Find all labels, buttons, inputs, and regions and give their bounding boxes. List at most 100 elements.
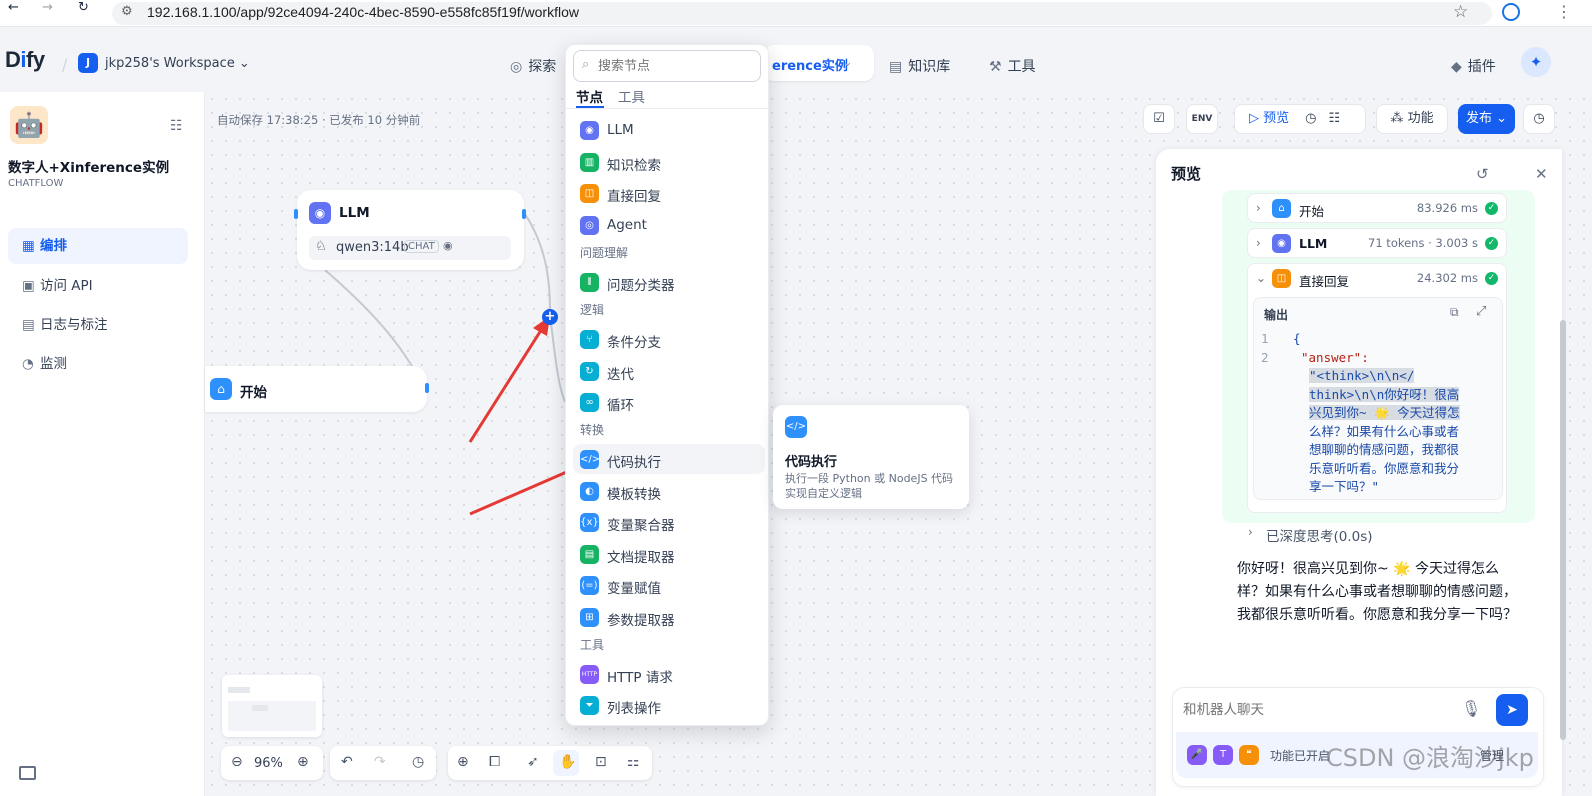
chevron-right-icon[interactable]: ›	[1248, 525, 1253, 539]
node-option-code[interactable]: </> 代码执行	[573, 444, 765, 474]
file-list-icon: ▤	[22, 317, 35, 333]
tab-nodes[interactable]: 节点	[576, 86, 603, 106]
tab-tools[interactable]: 工具	[618, 86, 645, 106]
document-icon: ▤	[580, 545, 599, 564]
node-option-loop[interactable]: ∞ 循环	[573, 387, 765, 417]
node-option-template[interactable]: ◐ 模板转换	[573, 476, 765, 506]
expand-icon[interactable]: ⤢	[1476, 304, 1486, 319]
node-option-doc-extractor[interactable]: ▤ 文档提取器	[573, 539, 765, 569]
zoom-out-icon[interactable]: ⊖	[231, 754, 243, 770]
preview-scrollbar[interactable]	[1560, 200, 1566, 760]
add-note-icon[interactable]: ⧠	[489, 754, 500, 770]
variable-icon: {x}	[580, 513, 599, 532]
search-node-input[interactable]	[573, 50, 761, 82]
node-option-direct-reply[interactable]: ◫ 直接回复	[573, 178, 765, 208]
success-check-icon: ✓	[1485, 202, 1498, 215]
send-button[interactable]: ➤	[1496, 694, 1528, 726]
nav-explore[interactable]: ◎ 探索	[510, 56, 556, 76]
start-node[interactable]	[205, 366, 427, 412]
node-option-knowledge-retrieval[interactable]: ▥ 知识检索	[573, 147, 765, 177]
infinity-icon: ∞	[580, 393, 599, 412]
checklist-button[interactable]: ☑	[1143, 104, 1175, 134]
section-logic: 逻辑	[580, 303, 605, 317]
node-option-agent[interactable]: ◎ Agent	[573, 210, 765, 240]
code-icon: </>	[580, 450, 600, 469]
llm-node-output-handle[interactable]	[522, 209, 526, 219]
restart-icon[interactable]: ↺	[1476, 165, 1489, 183]
nav-plugins[interactable]: ◆ 插件	[1451, 56, 1496, 76]
sidebar-item-monitor[interactable]: ◔ 监测	[8, 346, 188, 382]
undo-icon[interactable]: ↶	[341, 754, 353, 770]
node-option-variable-aggregator[interactable]: {x} 变量聚合器	[573, 507, 765, 537]
dify-logo[interactable]: Dify	[5, 47, 45, 73]
sidebar-item-api[interactable]: ▣ 访问 API	[8, 268, 188, 304]
section-tools: 工具	[580, 638, 605, 652]
layout-icon: ▦	[22, 238, 35, 254]
chat-mode-badge: CHAT	[404, 240, 439, 253]
redo-icon[interactable]: ↷	[374, 754, 386, 770]
bookmark-star-icon[interactable]: ☆	[1453, 2, 1468, 22]
sidebar-item-orchestrate[interactable]: ▦ 编排	[8, 228, 188, 264]
copy-icon[interactable]: ⧉	[1450, 305, 1459, 320]
minimap[interactable]	[222, 675, 322, 737]
app-mode: CHATFLOW	[8, 178, 64, 189]
microphone-icon[interactable]: 🎙	[1461, 699, 1481, 718]
preview-button-group[interactable]: ▷ 预览 ◷ ☷	[1234, 104, 1366, 134]
llm-node-input-handle[interactable]	[294, 209, 298, 219]
node-option-question-classifier[interactable]: ⫴ 问题分类器	[573, 267, 765, 297]
zoom-in-icon[interactable]: ⊕	[297, 754, 309, 770]
node-option-llm[interactable]: ◉ LLM	[573, 115, 765, 145]
compass-icon: ◎	[510, 59, 523, 75]
variables-icon: ☷	[1328, 111, 1341, 126]
opener-feature-icon: ❝	[1239, 745, 1259, 765]
sidebar-settings-icon[interactable]: ☷	[170, 118, 183, 134]
back-icon[interactable]: ←	[8, 0, 19, 15]
app-icon: 🤖	[10, 106, 48, 144]
node-option-iteration[interactable]: ↻ 迭代	[573, 356, 765, 386]
node-option-http-request[interactable]: HTTP HTTP 请求	[573, 659, 765, 689]
user-avatar[interactable]: ✦	[1521, 47, 1551, 77]
thinking-toggle[interactable]: 已深度思考(0.0s)	[1266, 525, 1373, 545]
add-node-icon[interactable]: ⊕	[457, 754, 469, 770]
start-node-output-handle[interactable]	[425, 383, 429, 393]
add-node-plus-icon[interactable]: +	[542, 309, 558, 325]
profile-icon[interactable]	[1502, 3, 1520, 21]
sidebar-item-logs[interactable]: ▤ 日志与标注	[8, 307, 188, 343]
organize-nodes-icon[interactable]: ⚏	[627, 754, 640, 770]
branch-icon: ⑂	[580, 330, 599, 349]
export-image-icon[interactable]: ⊡	[595, 754, 607, 770]
reply-icon: ◫	[580, 184, 599, 203]
workspace-switcher[interactable]: jkp258's Workspace ⌄	[105, 56, 250, 71]
site-info-icon[interactable]: ⚙	[121, 4, 133, 19]
forward-icon[interactable]: →	[42, 0, 53, 15]
node-option-variable-assigner[interactable]: (=) 变量赋值	[573, 570, 765, 600]
version-history-button[interactable]: ◷	[1523, 104, 1555, 134]
success-check-icon: ✓	[1485, 272, 1498, 285]
nav-studio-active[interactable]: erence实例 ⌄	[764, 45, 874, 81]
publish-button[interactable]: 发布 ⌄	[1458, 104, 1515, 134]
home-icon: ⌂	[210, 378, 232, 400]
history-icon: ◷	[1305, 111, 1317, 126]
more-menu-icon[interactable]: ⋮	[1556, 2, 1572, 21]
close-icon[interactable]: ✕	[1535, 165, 1548, 183]
code-icon: </>	[785, 416, 807, 438]
pointer-icon[interactable]: ➶	[527, 754, 539, 770]
send-icon: ➤	[1506, 702, 1518, 718]
trace-row-llm[interactable]: › ◉ LLM 71 tokens · 3.003 s ✓	[1247, 228, 1507, 258]
trace-row-start[interactable]: › ⌂ 开始 83.926 ms ✓	[1247, 193, 1507, 223]
history-icon[interactable]: ◷	[412, 754, 424, 770]
node-option-if-else[interactable]: ⑂ 条件分支	[573, 324, 765, 354]
workspace-avatar: J	[78, 53, 98, 73]
nav-tools[interactable]: ⚒ 工具	[989, 56, 1036, 76]
output-code: 1{ 2 "answer": "<think>\n\n</ think>\n\n你…	[1261, 331, 1460, 492]
collapse-sidebar-icon[interactable]	[19, 766, 36, 780]
reload-icon[interactable]: ↻	[78, 0, 89, 15]
node-option-parameter-extractor[interactable]: ⊞ 参数提取器	[573, 602, 765, 632]
chevron-down-icon: ⌄	[1496, 111, 1508, 126]
node-option-list-operator[interactable]: ⏷ 列表操作	[573, 690, 765, 720]
chat-input[interactable]	[1183, 697, 1443, 723]
env-button[interactable]: ENV	[1186, 104, 1218, 134]
nav-knowledge[interactable]: ▤ 知识库	[889, 56, 950, 76]
zoom-level[interactable]: 96%	[254, 756, 283, 771]
features-button[interactable]: ⁂ 功能	[1376, 104, 1448, 134]
